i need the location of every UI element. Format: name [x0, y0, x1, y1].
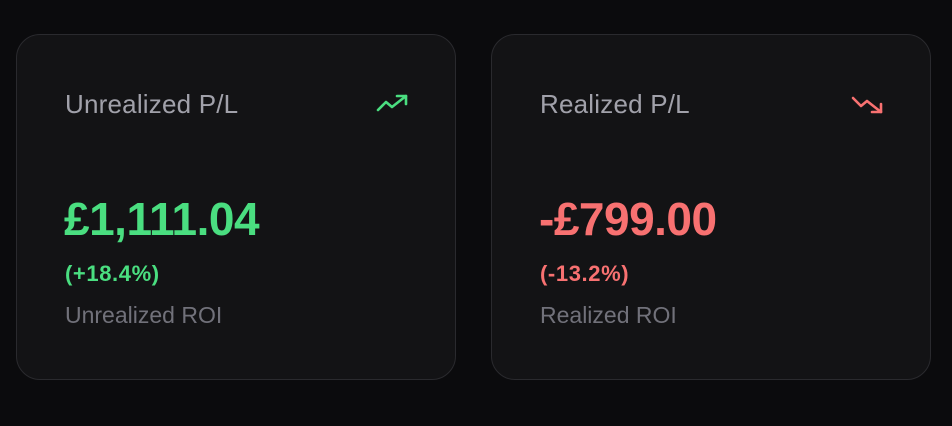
trending-down-icon	[851, 96, 883, 114]
card-title: Unrealized P/L	[65, 89, 239, 119]
trending-up-icon	[376, 94, 408, 112]
pl-amount: £1,111.04	[64, 193, 260, 245]
realized-pl-card: Realized P/L -£799.00 (-13.2%) Realized …	[491, 34, 931, 380]
roi-label: Unrealized ROI	[65, 302, 223, 328]
roi-label: Realized ROI	[540, 302, 677, 328]
unrealized-pl-card: Unrealized P/L £1,111.04 (+18.4%) Unreal…	[16, 34, 456, 380]
roi-percent: (+18.4%)	[65, 261, 160, 286]
card-title: Realized P/L	[540, 89, 690, 119]
roi-percent: (-13.2%)	[540, 261, 630, 286]
pl-amount: -£799.00	[539, 193, 717, 245]
